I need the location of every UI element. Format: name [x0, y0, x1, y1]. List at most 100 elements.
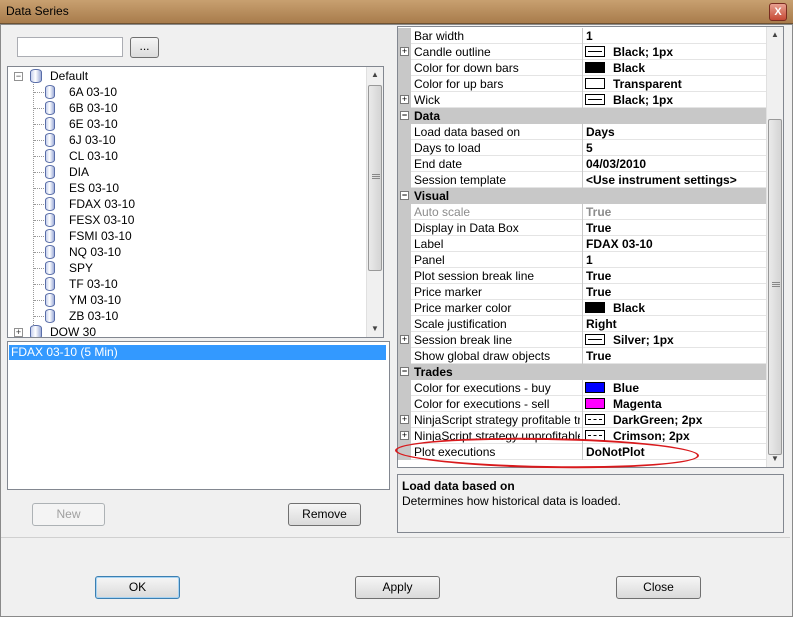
property-row-color-down-bars[interactable]: Color for down bars Black [398, 60, 768, 76]
tree-item[interactable]: FDAX 03-10 [8, 196, 368, 212]
tree-node-dow-30[interactable]: + DOW 30 [8, 324, 368, 337]
tree-item[interactable]: 6A 03-10 [8, 84, 368, 100]
collapse-icon[interactable]: − [400, 191, 409, 200]
property-value[interactable]: True [586, 284, 766, 300]
tree-item[interactable]: SPY [8, 260, 368, 276]
property-row-plot-executions[interactable]: Plot executions DoNotPlot [398, 444, 768, 460]
property-row-price-marker[interactable]: Price marker True [398, 284, 768, 300]
property-row-profitable-trades[interactable]: + NinjaScript strategy profitable trac D… [398, 412, 768, 428]
property-value[interactable]: Silver; 1px [613, 332, 783, 348]
tree-item[interactable]: DIA [8, 164, 368, 180]
property-row-end-date[interactable]: End date 04/03/2010 [398, 156, 768, 172]
tree-scrollbar[interactable]: ▲ ▼ [366, 67, 383, 337]
property-row-plot-session-break-line[interactable]: Plot session break line True [398, 268, 768, 284]
column-divider [582, 284, 583, 300]
column-divider [582, 92, 583, 108]
property-value[interactable]: Magenta [613, 396, 783, 412]
expand-icon[interactable]: + [400, 415, 409, 424]
property-value[interactable]: Blue [613, 380, 783, 396]
property-row-wick[interactable]: + Wick Black; 1px [398, 92, 768, 108]
property-row-show-global-draw-objects[interactable]: Show global draw objects True [398, 348, 768, 364]
property-value[interactable]: <Use instrument settings> [586, 172, 766, 188]
property-row-executions-buy-color[interactable]: Color for executions - buy Blue [398, 380, 768, 396]
scroll-down-arrow-icon[interactable]: ▼ [767, 451, 783, 467]
property-value[interactable]: Crimson; 2px [613, 428, 783, 444]
ok-button[interactable]: OK [95, 576, 180, 599]
browse-button[interactable]: ... [130, 37, 159, 58]
tree-node-default[interactable]: − Default [8, 68, 368, 84]
property-value[interactable]: Transparent [613, 76, 783, 92]
scroll-thumb[interactable] [368, 85, 382, 271]
expand-icon[interactable]: + [400, 431, 409, 440]
property-value[interactable]: 1 [586, 252, 766, 268]
tree-item[interactable]: 6E 03-10 [8, 116, 368, 132]
category-data[interactable]: − Data [398, 108, 768, 124]
property-value[interactable]: DoNotPlot [586, 444, 766, 460]
column-divider [582, 428, 583, 444]
category-trades[interactable]: − Trades [398, 364, 768, 380]
close-button[interactable]: Close [616, 576, 701, 599]
property-row-session-template[interactable]: Session template <Use instrument setting… [398, 172, 768, 188]
property-row-price-marker-color[interactable]: Price marker color Black [398, 300, 768, 316]
instrument-search-input[interactable] [17, 37, 123, 57]
property-value[interactable]: 5 [586, 140, 766, 156]
property-row-days-to-load[interactable]: Days to load 5 [398, 140, 768, 156]
property-row-scale-justification[interactable]: Scale justification Right [398, 316, 768, 332]
property-value[interactable]: 1 [586, 28, 766, 44]
property-value[interactable]: FDAX 03-10 [586, 236, 766, 252]
property-row-load-data-based-on[interactable]: Load data based on Days [398, 124, 768, 140]
property-row-session-break-line[interactable]: + Session break line Silver; 1px [398, 332, 768, 348]
collapse-icon[interactable]: − [14, 72, 23, 81]
collapse-icon[interactable]: − [400, 367, 409, 376]
property-row-candle-outline[interactable]: + Candle outline Black; 1px [398, 44, 768, 60]
property-value[interactable]: Black [613, 60, 783, 76]
scroll-up-arrow-icon[interactable]: ▲ [367, 67, 383, 83]
tree-item[interactable]: CL 03-10 [8, 148, 368, 164]
property-value[interactable]: Black; 1px [613, 92, 783, 108]
row-gutter [398, 444, 411, 460]
expand-icon[interactable]: + [14, 328, 23, 337]
property-row-panel[interactable]: Panel 1 [398, 252, 768, 268]
scroll-thumb[interactable] [768, 119, 782, 455]
property-value[interactable]: Black [613, 300, 783, 316]
property-value[interactable]: True [586, 268, 766, 284]
tree-item[interactable]: ES 03-10 [8, 180, 368, 196]
collapse-icon[interactable]: − [400, 111, 409, 120]
column-divider [582, 412, 583, 428]
tree-item[interactable]: 6J 03-10 [8, 132, 368, 148]
tree-item[interactable]: FSMI 03-10 [8, 228, 368, 244]
expand-icon[interactable]: + [400, 335, 409, 344]
property-row-executions-sell-color[interactable]: Color for executions - sell Magenta [398, 396, 768, 412]
property-name: Scale justification [414, 317, 507, 331]
tree-item[interactable]: NQ 03-10 [8, 244, 368, 260]
property-row-label[interactable]: Label FDAX 03-10 [398, 236, 768, 252]
category-visual[interactable]: − Visual [398, 188, 768, 204]
property-row-display-in-data-box[interactable]: Display in Data Box True [398, 220, 768, 236]
remove-button[interactable]: Remove [288, 503, 361, 526]
series-list-item[interactable]: FDAX 03-10 (5 Min) [9, 345, 386, 360]
tree-item[interactable]: FESX 03-10 [8, 212, 368, 228]
property-row-bar-width[interactable]: Bar width 1 [398, 28, 768, 44]
scroll-down-arrow-icon[interactable]: ▼ [367, 321, 383, 337]
property-value[interactable]: DarkGreen; 2px [613, 412, 783, 428]
property-value[interactable]: Days [586, 124, 766, 140]
property-row-unprofitable-trades[interactable]: + NinjaScript strategy unprofitable t Cr… [398, 428, 768, 444]
tree-item[interactable]: TF 03-10 [8, 276, 368, 292]
property-value[interactable]: Right [586, 316, 766, 332]
scroll-up-arrow-icon[interactable]: ▲ [767, 27, 783, 43]
expand-icon[interactable]: + [400, 47, 409, 56]
tree-item[interactable]: YM 03-10 [8, 292, 368, 308]
property-description-panel: Load data based on Determines how histor… [397, 474, 784, 533]
new-button[interactable]: New [32, 503, 105, 526]
tree-item[interactable]: ZB 03-10 [8, 308, 368, 324]
property-grid-scrollbar[interactable]: ▲ ▼ [766, 27, 783, 467]
tree-item[interactable]: 6B 03-10 [8, 100, 368, 116]
expand-icon[interactable]: + [400, 95, 409, 104]
close-window-button[interactable]: X [769, 3, 787, 21]
property-value[interactable]: 04/03/2010 [586, 156, 766, 172]
property-value[interactable]: True [586, 220, 766, 236]
property-row-color-up-bars[interactable]: Color for up bars Transparent [398, 76, 768, 92]
property-value[interactable]: Black; 1px [613, 44, 783, 60]
property-value[interactable]: True [586, 348, 766, 364]
apply-button[interactable]: Apply [355, 576, 440, 599]
